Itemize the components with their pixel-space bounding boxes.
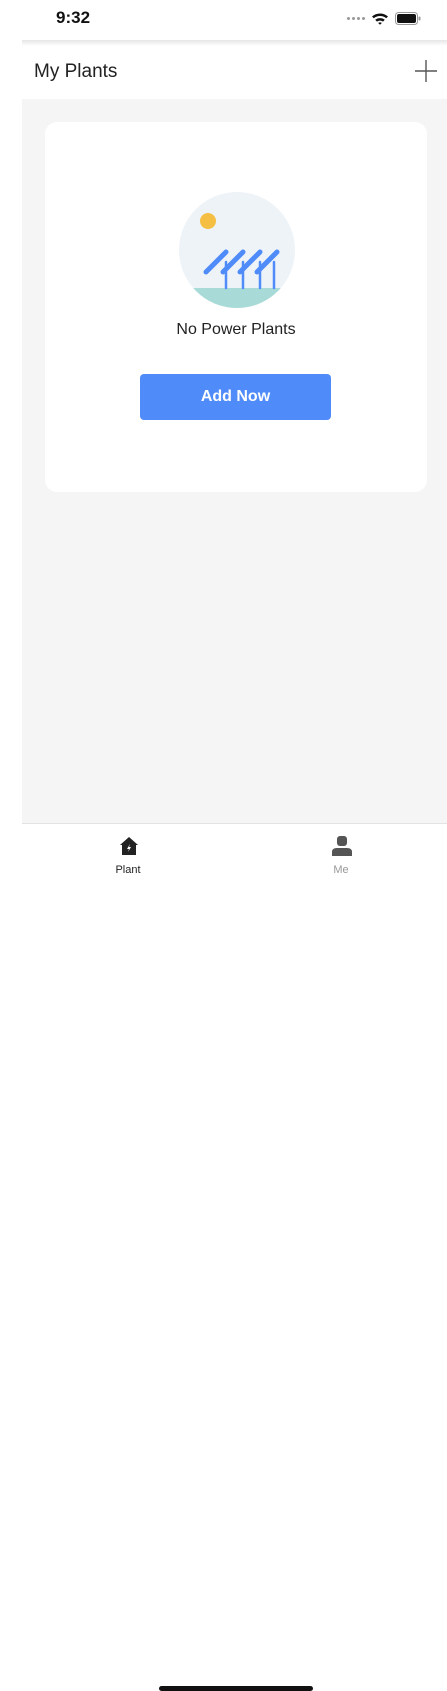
tab-bar: Plant Me <box>22 823 447 1691</box>
header: My Plants <box>22 46 447 99</box>
page-title: My Plants <box>34 61 118 82</box>
person-icon <box>332 836 352 856</box>
wifi-icon <box>372 13 388 25</box>
status-icons <box>347 12 421 25</box>
tab-plant[interactable]: Plant <box>22 824 234 884</box>
signal-icon <box>347 17 365 20</box>
empty-state-message: No Power Plants <box>176 321 296 338</box>
status-bar: 9:32 <box>0 0 447 40</box>
add-now-button[interactable]: Add Now <box>140 374 331 420</box>
solar-panels-illustration <box>179 192 295 308</box>
tab-me[interactable]: Me <box>235 824 447 884</box>
status-time: 9:32 <box>56 8 91 27</box>
tab-label-plant: Plant <box>115 864 141 876</box>
plus-icon <box>415 60 437 82</box>
empty-state-card: No Power Plants Add Now <box>45 122 427 492</box>
app-frame: My Plants No Power Plants Add Now Plant … <box>22 40 447 1691</box>
tab-label-me: Me <box>333 864 349 876</box>
home-indicator <box>159 1686 313 1691</box>
home-icon <box>120 837 138 855</box>
add-plant-button[interactable] <box>413 58 439 84</box>
battery-icon <box>395 12 421 25</box>
